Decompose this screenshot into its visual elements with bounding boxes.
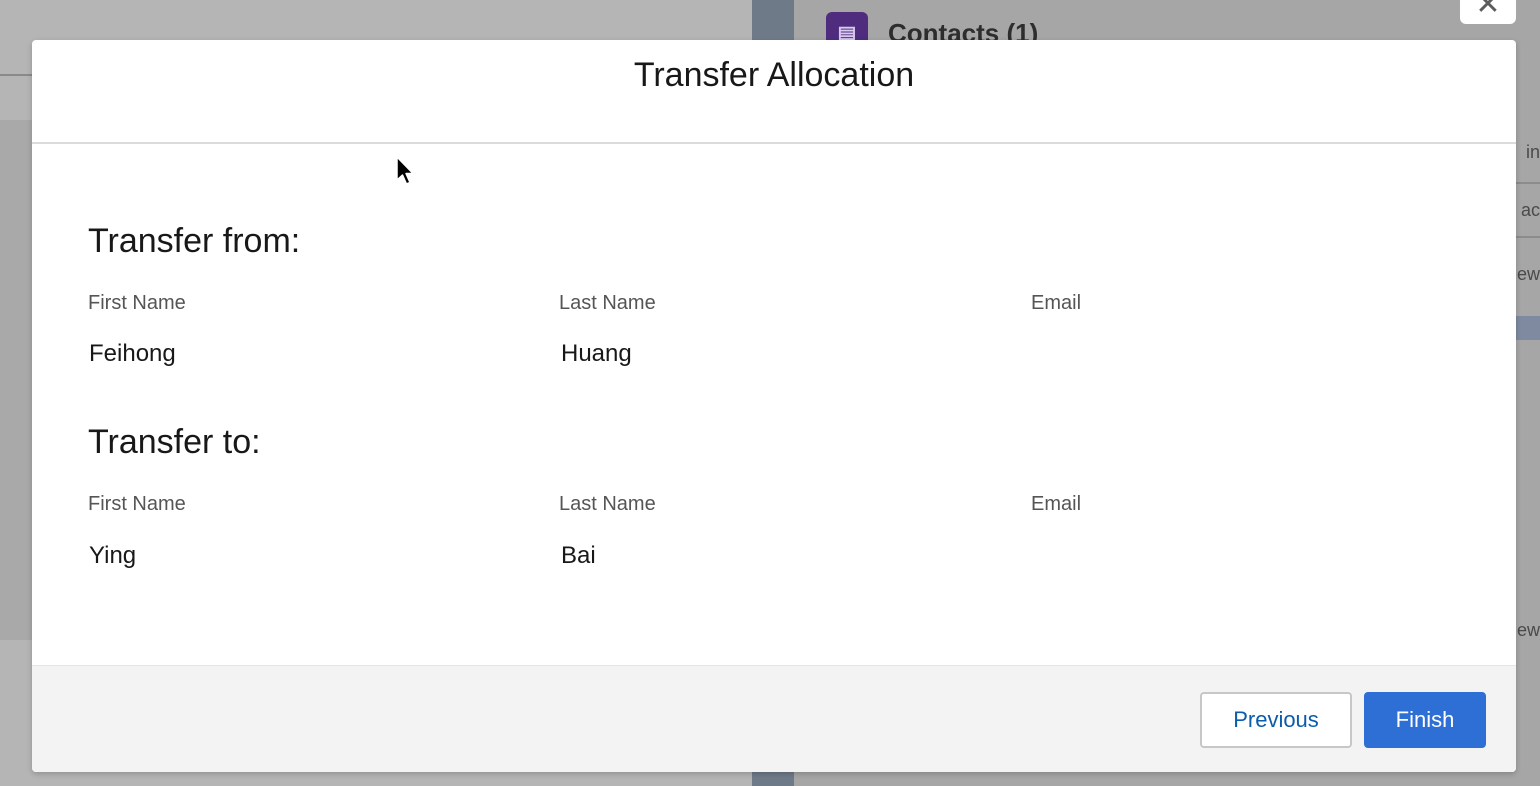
background-fragment: ac <box>1520 200 1540 220</box>
close-icon: ✕ <box>1475 0 1501 21</box>
mouse-pointer-icon <box>396 156 414 185</box>
screen: ▤ Contacts (1) in ac ew ew ✕ Transfer Al… <box>0 0 1540 786</box>
background-fragment: ew <box>1516 264 1540 284</box>
modal-header: Transfer Allocation <box>32 40 1516 144</box>
to-last-name-label: Last Name <box>559 493 656 515</box>
from-last-name-value: Huang <box>561 340 632 367</box>
previous-button[interactable]: Previous <box>1200 692 1352 748</box>
from-first-name-value: Feihong <box>89 340 176 367</box>
background-fragment: ew <box>1516 620 1540 640</box>
transfer-allocation-modal: Transfer Allocation Transfer from: First… <box>32 40 1516 772</box>
from-last-name-label: Last Name <box>559 292 656 314</box>
close-button[interactable]: ✕ <box>1460 0 1516 24</box>
background-block <box>1515 316 1540 340</box>
to-first-name-value: Ying <box>89 542 137 569</box>
modal-title: Transfer Allocation <box>633 56 915 95</box>
modal-footer: Previous Finish <box>32 665 1516 772</box>
background-divider <box>1515 182 1540 184</box>
transfer-to-heading: Transfer to: <box>88 423 261 461</box>
to-email-label: Email <box>1031 493 1082 515</box>
background-divider <box>1515 236 1540 238</box>
from-email-label: Email <box>1031 292 1082 314</box>
to-last-name-value: Bai <box>561 542 596 569</box>
background-fragment: in <box>1525 142 1540 162</box>
from-first-name-label: First Name <box>88 292 186 314</box>
finish-button[interactable]: Finish <box>1364 692 1486 748</box>
modal-body: Transfer from: First Name Last Name Emai… <box>32 144 1516 668</box>
to-first-name-label: First Name <box>88 493 186 515</box>
transfer-from-heading: Transfer from: <box>88 222 301 260</box>
